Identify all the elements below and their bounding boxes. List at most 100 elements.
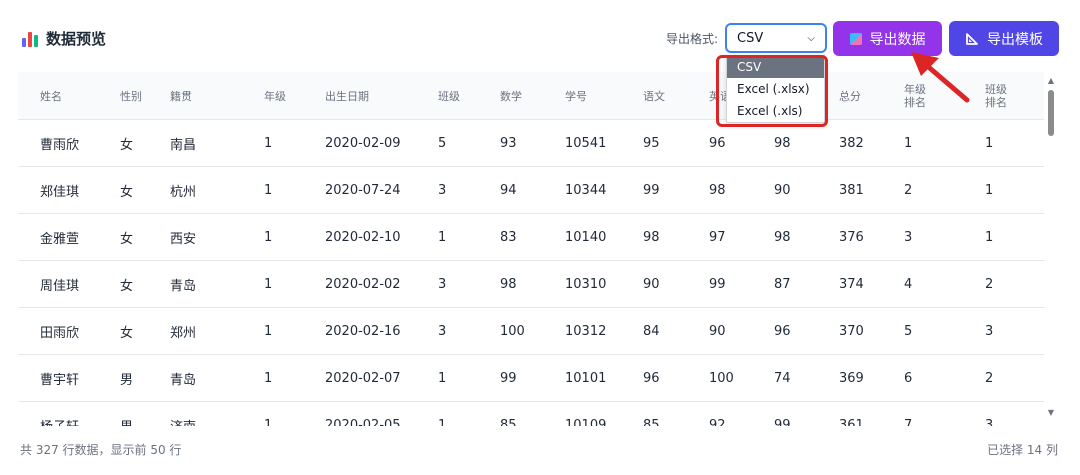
table-cell: 3	[985, 324, 994, 339]
table-row[interactable]: 周佳琪 女 青岛 1 2020-02-02 3 98 10310 90 99 87 374 4 2	[18, 261, 1044, 308]
table-cell: 3	[438, 277, 447, 292]
dropdown-option-xlsx[interactable]: Excel (.xlsx)	[727, 78, 824, 100]
table-cell: 1	[438, 418, 447, 426]
table-row[interactable]: 金雅萱 女 西安 1 2020-02-10 1 83 10140 98 97 98 376 3 1	[18, 214, 1044, 261]
column-header-label: 语文	[643, 89, 665, 103]
table-cell: 郑佳琪	[40, 185, 80, 200]
column-header-label: 总分	[839, 89, 861, 103]
column-header[interactable]: 年级	[264, 72, 286, 120]
triangle-ruler-icon	[965, 32, 979, 46]
page-title: 数据预览	[46, 30, 107, 48]
table-cell: 杭州	[170, 185, 197, 200]
export-format-label: 导出格式:	[666, 32, 719, 46]
table-cell: 97	[709, 230, 726, 245]
table-cell: 10310	[565, 277, 607, 292]
table-cell: 74	[774, 371, 791, 386]
column-header[interactable]: 出生日期	[325, 72, 369, 120]
scroll-up-icon[interactable]: ▲	[1046, 76, 1056, 86]
table-cell: 周佳琪	[40, 279, 80, 294]
vertical-scrollbar[interactable]: ▲ ▼	[1046, 72, 1056, 424]
column-header[interactable]: 籍贯	[170, 72, 192, 120]
table-cell: 1	[264, 183, 273, 198]
table-cell: 1	[438, 230, 447, 245]
chevron-down-icon: ⌵	[807, 32, 815, 44]
table-cell: 男	[120, 373, 134, 388]
table-cell: 10344	[565, 183, 607, 198]
table-cell: 女	[120, 232, 134, 247]
column-header[interactable]: 学号	[565, 72, 587, 120]
dropdown-option-xls[interactable]: Excel (.xls)	[727, 100, 824, 122]
table-row[interactable]: 曹宇轩 男 青岛 1 2020-02-07 1 99 10101 96 100 74 369 6 2	[18, 355, 1044, 402]
table-cell: 2020-07-24	[325, 183, 401, 198]
table-cell: 青岛	[170, 279, 197, 294]
table-cell: 381	[839, 183, 864, 198]
export-format-value: CSV	[737, 30, 764, 46]
table-cell: 1	[264, 418, 273, 426]
table-cell: 女	[120, 326, 134, 341]
table-cell: 田雨欣	[40, 326, 80, 341]
table-cell: 94	[500, 183, 517, 198]
scrollbar-thumb[interactable]	[1048, 90, 1054, 136]
export-format-select[interactable]: CSV ⌵	[725, 23, 827, 53]
table-cell: 杨子轩	[40, 402, 79, 426]
table-cell: 3	[904, 230, 913, 245]
column-header[interactable]: 数学	[500, 72, 522, 120]
column-header[interactable]: 班级	[438, 72, 460, 120]
scroll-down-icon[interactable]: ▼	[1046, 408, 1056, 418]
table-cell: 361	[839, 418, 864, 426]
table-cell: 382	[839, 136, 864, 151]
table-cell: 女	[120, 279, 134, 294]
table-cell: 2020-02-07	[325, 371, 401, 386]
table-cell: 85	[500, 418, 517, 426]
column-header[interactable]: 语文	[643, 72, 665, 120]
table-cell: 92	[709, 418, 726, 426]
table-row[interactable]: 田雨欣 女 郑州 1 2020-02-16 3 100 10312 84 90 96 370 5 3	[18, 308, 1044, 355]
table-cell: 10312	[565, 324, 607, 339]
table-cell: 370	[839, 324, 864, 339]
data-preview-table: 姓名 性别 籍贯 年级 出生日期 班级 数学 学号 语文 英语 总分 年级排名 班级排名 曹雨欣女南昌 1…	[18, 72, 1044, 426]
table-cell: 100	[500, 324, 525, 339]
table-cell: 369	[839, 371, 864, 386]
column-header[interactable]: 性别	[120, 72, 142, 120]
table-row[interactable]: 曹雨欣 女 南昌 1 2020-02-09 5 93 10541 95 96 98 382 1 1	[18, 120, 1044, 167]
table-cell: 曹雨欣	[40, 138, 80, 153]
column-header-label: 班级排名	[985, 83, 1007, 109]
table-cell: 10101	[565, 371, 607, 386]
table-cell: 98	[774, 230, 791, 245]
table-cell: 99	[774, 418, 791, 426]
column-header[interactable]: 姓名	[40, 72, 62, 120]
column-header-label: 籍贯	[170, 89, 192, 103]
table-row[interactable]: 杨子轩 男 济南 1 2020-02-05 1 85 10109 85 92 99 361 7 3	[18, 402, 1044, 426]
table-cell: 376	[839, 230, 864, 245]
table-cell: 90	[709, 324, 726, 339]
table-cell: 西安	[170, 232, 197, 247]
table-cell: 2020-02-02	[325, 277, 401, 292]
table-cell: 2020-02-09	[325, 136, 401, 151]
table-cell: 96	[709, 136, 726, 151]
table-cell: 济南	[170, 402, 196, 426]
table-cell: 96	[643, 371, 660, 386]
table-cell: 2	[985, 371, 994, 386]
table-cell: 10109	[565, 418, 607, 426]
export-data-label: 导出数据	[869, 31, 926, 48]
table-cell: 10140	[565, 230, 607, 245]
dropdown-option-csv[interactable]: CSV	[727, 56, 824, 78]
column-header[interactable]: 班级排名	[985, 72, 1015, 120]
table-cell: 98	[500, 277, 517, 292]
table-cell: 85	[643, 418, 660, 426]
column-header-label: 班级	[438, 89, 460, 103]
export-format-dropdown: CSV Excel (.xlsx) Excel (.xls)	[726, 55, 825, 123]
table-cell: 93	[500, 136, 517, 151]
column-header-label: 出生日期	[325, 89, 369, 103]
column-header[interactable]: 总分	[839, 72, 861, 120]
table-cell: 1	[264, 136, 273, 151]
table-cell: 1	[264, 277, 273, 292]
table-cell: 金雅萱	[40, 232, 80, 247]
table-cell: 5	[904, 324, 913, 339]
table-cell: 4	[904, 277, 913, 292]
table-cell: 女	[120, 185, 134, 200]
row-count-summary: 共 327 行数据，显示前 50 行	[20, 443, 182, 457]
title-group: 数据预览	[22, 28, 106, 49]
table-cell: 郑州	[170, 326, 197, 341]
table-row[interactable]: 郑佳琪 女 杭州 1 2020-07-24 3 94 10344 99 98 90 381 2 1	[18, 167, 1044, 214]
